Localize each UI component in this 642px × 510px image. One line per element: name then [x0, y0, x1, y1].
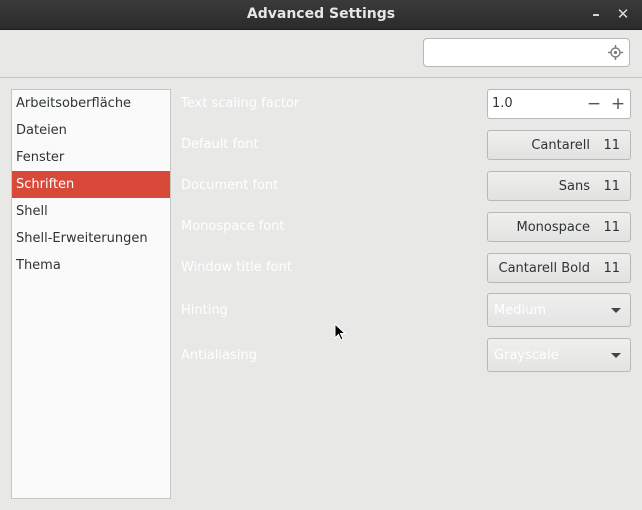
sidebar-item-fenster[interactable]: Fenster — [12, 144, 170, 171]
antialiasing-dropdown[interactable]: Grayscale — [487, 338, 631, 372]
minimize-button[interactable]: – — [585, 4, 607, 24]
header-toolbar — [0, 30, 642, 78]
sidebar-item-shell[interactable]: Shell — [12, 198, 170, 225]
monospace-font-button[interactable]: Monospace 11 — [487, 212, 631, 242]
document-font-size: 11 — [603, 179, 620, 194]
window-title-font-button[interactable]: Cantarell Bold 11 — [487, 253, 631, 283]
hinting-label: Hinting — [181, 303, 228, 318]
monospace-font-family: Monospace — [516, 220, 591, 235]
increment-button[interactable]: + — [607, 92, 629, 116]
antialiasing-value: Grayscale — [494, 348, 559, 363]
monospace-font-label: Monospace font — [181, 219, 285, 234]
monospace-font-size: 11 — [603, 220, 620, 235]
window-title-font-label: Window title font — [181, 260, 292, 275]
default-font-label: Default font — [181, 137, 259, 152]
window-title: Advanced Settings — [246, 6, 396, 22]
mouse-pointer-icon — [334, 323, 346, 341]
hinting-value: Medium — [494, 303, 546, 318]
chevron-down-icon — [611, 353, 621, 358]
search-input[interactable] — [423, 38, 630, 67]
document-font-label: Document font — [181, 178, 279, 193]
chevron-down-icon — [611, 308, 621, 313]
close-button[interactable]: ✕ — [612, 4, 634, 24]
text-scaling-label: Text scaling factor — [181, 96, 300, 111]
default-font-size: 11 — [603, 138, 620, 153]
document-font-button[interactable]: Sans 11 — [487, 171, 631, 201]
locate-icon[interactable] — [608, 45, 623, 60]
settings-window: Advanced Settings – ✕ Arbeitsoberfläche … — [0, 0, 642, 510]
document-font-family: Sans — [558, 179, 590, 194]
sidebar-item-schriften[interactable]: Schriften — [12, 171, 170, 198]
text-scaling-spinbutton[interactable]: 1.0 − + — [487, 89, 631, 119]
sidebar-item-thema[interactable]: Thema — [12, 252, 170, 279]
sidebar-item-shell-erweiterungen[interactable]: Shell-Erweiterungen — [12, 225, 170, 252]
hinting-dropdown[interactable]: Medium — [487, 293, 631, 327]
sidebar: Arbeitsoberfläche Dateien Fenster Schrif… — [11, 89, 171, 499]
sidebar-item-dateien[interactable]: Dateien — [12, 117, 170, 144]
window-title-font-family: Cantarell Bold — [498, 261, 591, 276]
sidebar-item-arbeitsoberflaeche[interactable]: Arbeitsoberfläche — [12, 90, 170, 117]
decrement-button[interactable]: − — [583, 92, 605, 116]
text-scaling-value[interactable]: 1.0 — [492, 96, 513, 111]
title-bar[interactable]: Advanced Settings – ✕ — [0, 0, 642, 30]
default-font-family: Cantarell — [531, 138, 590, 153]
default-font-button[interactable]: Cantarell 11 — [487, 130, 631, 160]
window-title-font-size: 11 — [603, 261, 620, 276]
antialiasing-label: Antialiasing — [181, 348, 257, 363]
